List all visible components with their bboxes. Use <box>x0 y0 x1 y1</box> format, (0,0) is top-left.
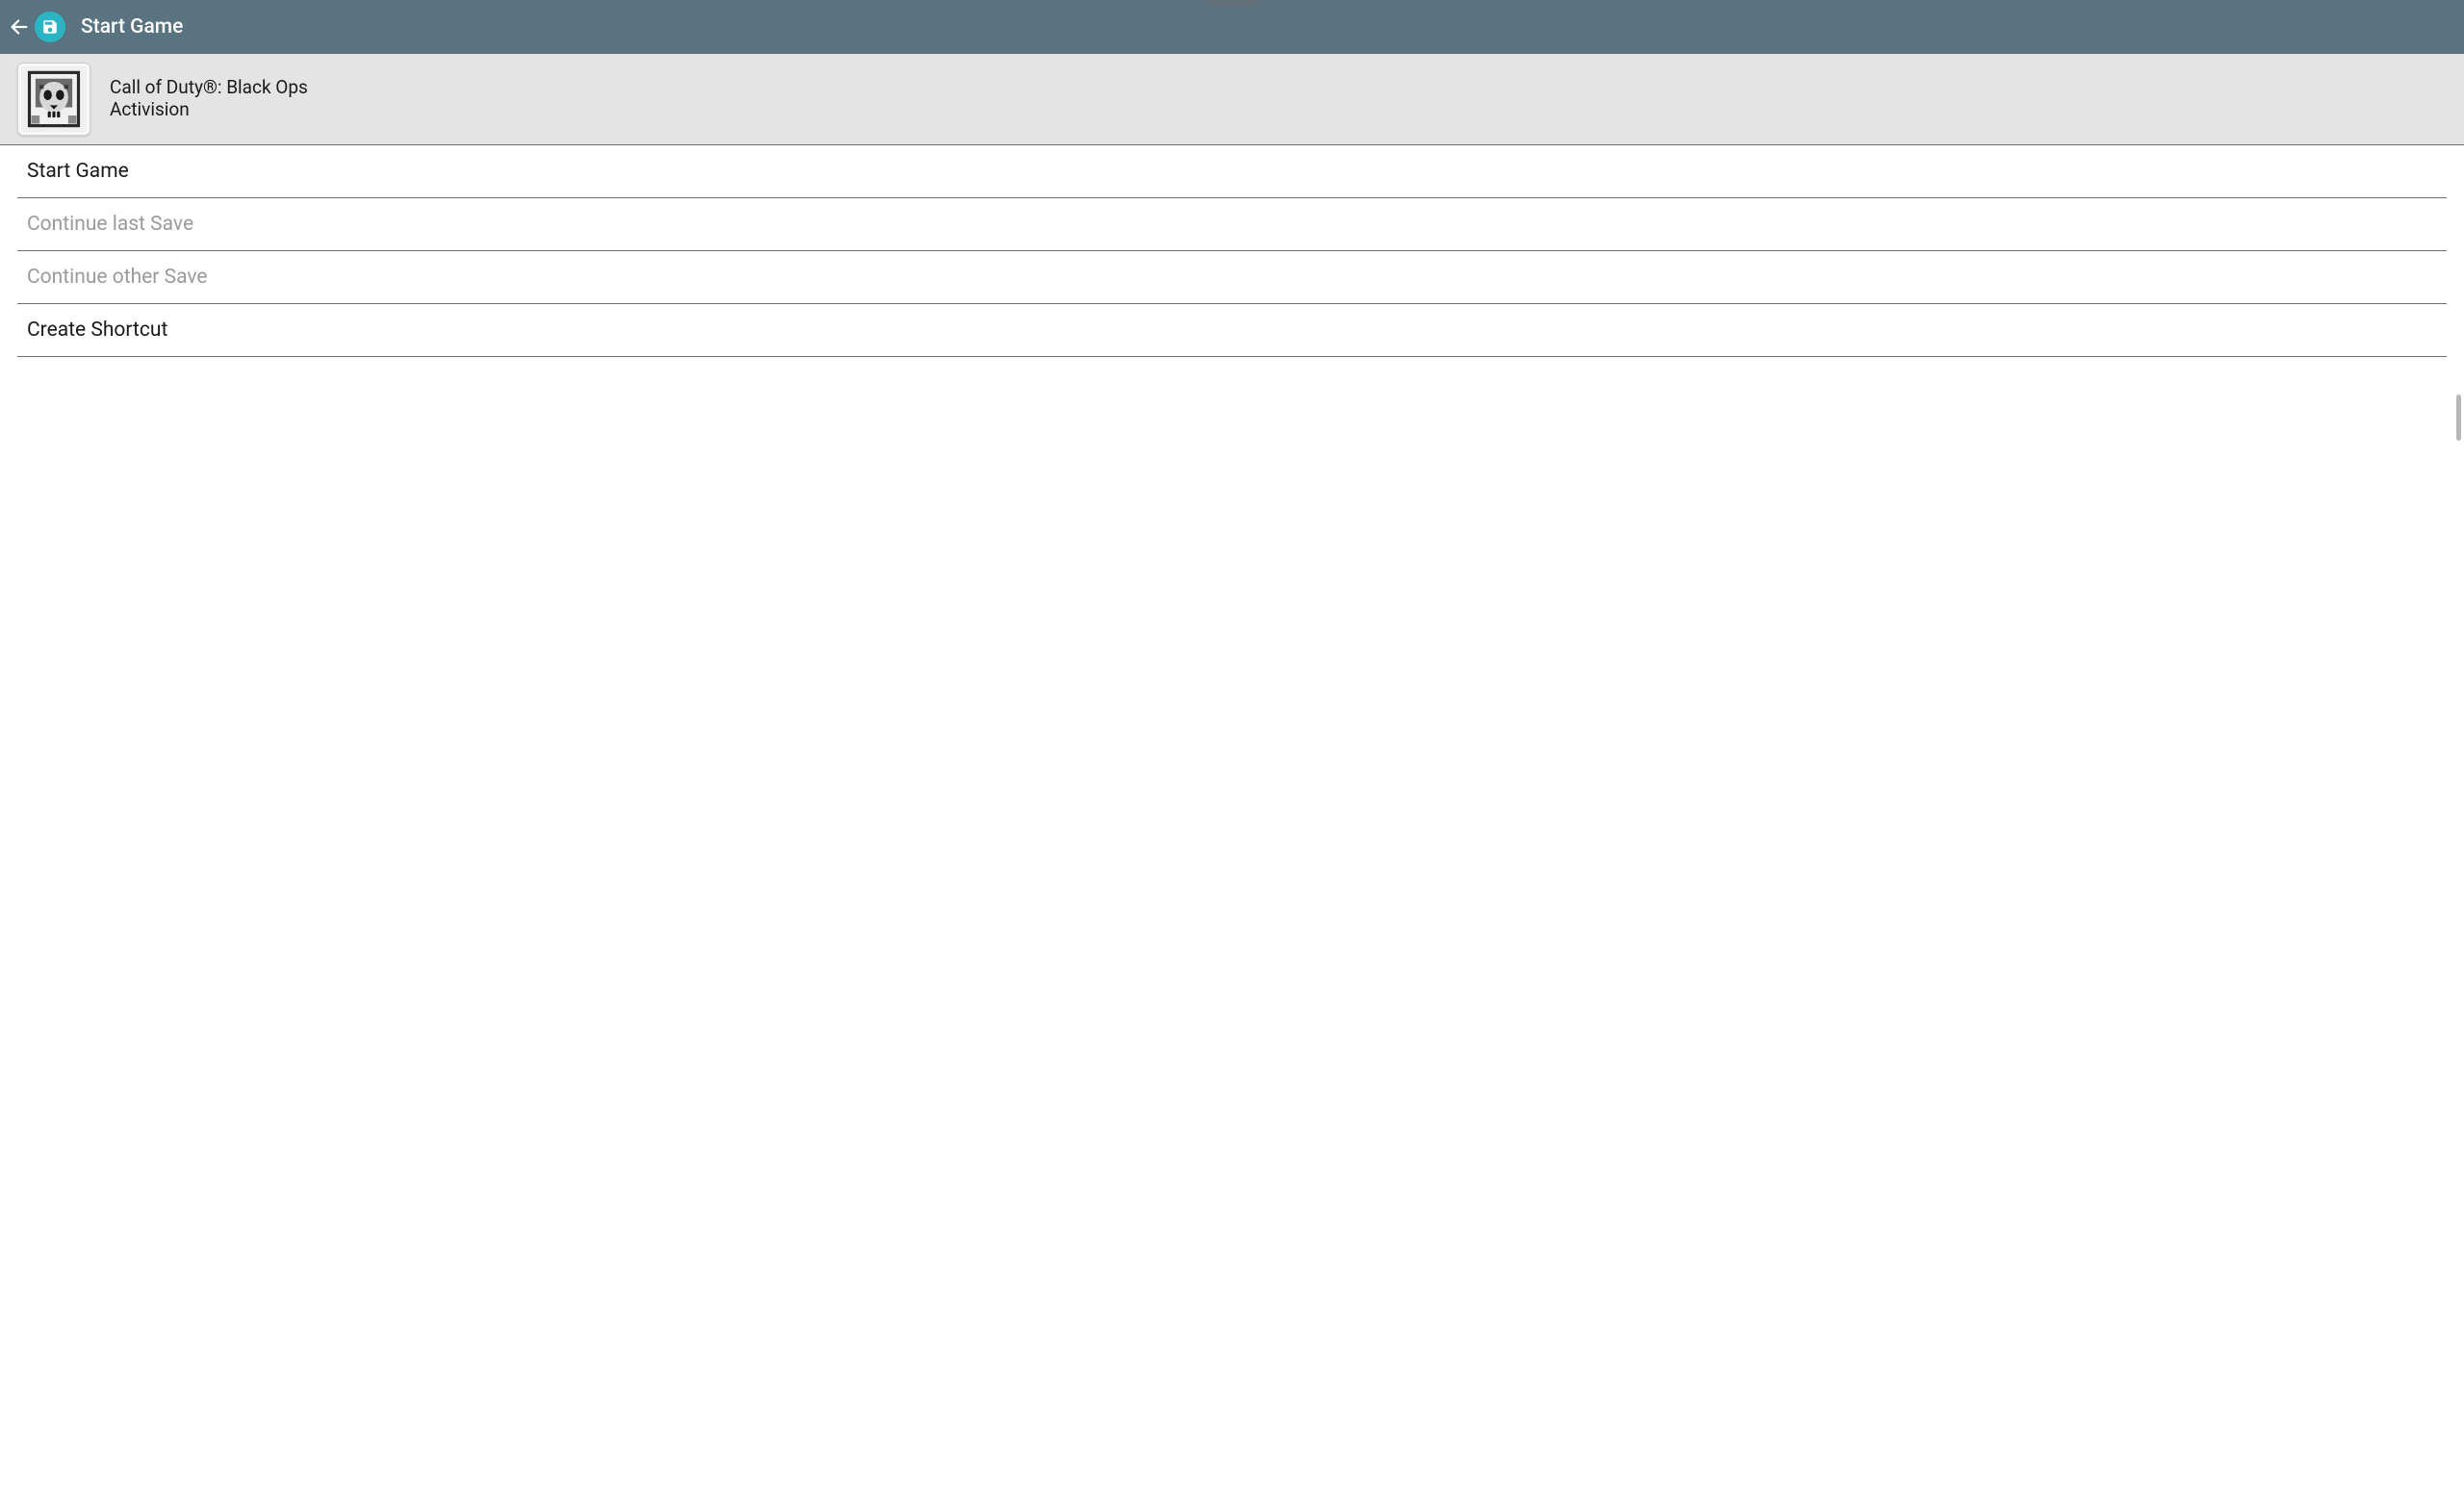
game-thumbnail <box>17 63 90 136</box>
page-title: Start Game <box>81 15 183 38</box>
game-text-block: Call of Duty®: Black Ops Activision <box>110 77 308 121</box>
menu-list: Start Game Continue last Save Continue o… <box>0 145 2464 357</box>
game-info-bar: Call of Duty®: Black Ops Activision <box>0 54 2464 145</box>
notch-indicator <box>1205 0 1259 6</box>
back-button[interactable] <box>8 15 31 38</box>
menu-item-create-shortcut[interactable]: Create Shortcut <box>17 304 2447 357</box>
game-publisher: Activision <box>110 99 308 121</box>
game-title: Call of Duty®: Black Ops <box>110 77 308 99</box>
disk-icon <box>41 18 59 36</box>
game-skull-icon <box>21 66 87 132</box>
menu-item-start-game[interactable]: Start Game <box>17 145 2447 198</box>
app-header: Start Game <box>0 0 2464 54</box>
scrollbar-indicator[interactable] <box>2456 395 2461 441</box>
menu-item-continue-other-save: Continue other Save <box>17 251 2447 304</box>
app-icon-button[interactable] <box>35 12 65 42</box>
menu-item-continue-last-save: Continue last Save <box>17 198 2447 251</box>
back-arrow-icon <box>9 16 30 38</box>
